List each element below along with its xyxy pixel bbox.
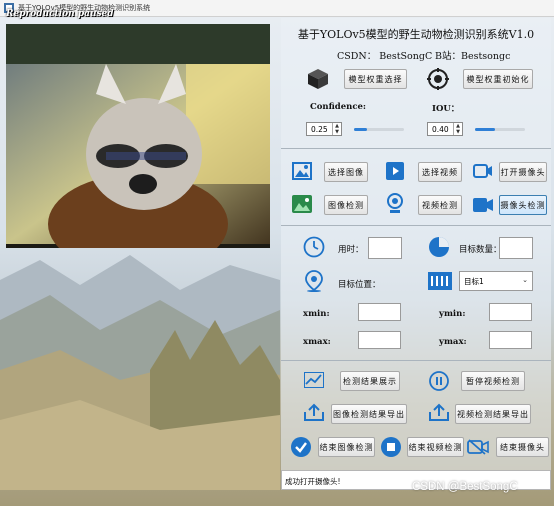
xmin-field	[358, 303, 401, 321]
iou-spinbox[interactable]: 0.40 ▲ ▼	[427, 122, 463, 136]
webcam-icon	[387, 193, 403, 213]
model-init-button[interactable]: 模型权重初始化	[463, 69, 533, 89]
iou-slider[interactable]	[475, 128, 525, 131]
iou-slider-fill	[475, 128, 495, 131]
camera-detect-button[interactable]: 摄像头检测	[499, 195, 547, 215]
bilibili-credit: B站：Bestsongc	[435, 51, 511, 62]
csdn-watermark: CSDN @BestSongC	[412, 481, 518, 493]
xmax-label: xmax:	[303, 337, 331, 347]
ymax-field	[489, 331, 532, 349]
csdn-credit: CSDN： BestSongC	[337, 51, 433, 62]
video-detect-button[interactable]: 视频检测	[418, 195, 462, 215]
pie-chart-icon	[429, 237, 449, 257]
pause-icon	[429, 371, 449, 391]
video-file-icon	[386, 162, 404, 180]
app-window: 基于YOLOv5模型的野生动物检测识别系统 Reproduction pause…	[0, 0, 554, 506]
line-chart-icon	[304, 372, 324, 388]
cube-icon	[308, 69, 328, 89]
confidence-label: Confidence:	[310, 102, 367, 112]
divider	[281, 148, 551, 149]
target-icon	[427, 68, 449, 90]
end-video-detect-button[interactable]: 结束视频检测	[407, 437, 464, 457]
position-label: 目标位置：	[338, 280, 381, 290]
stop-circle-icon	[381, 437, 401, 457]
iou-label: IOU：	[432, 104, 460, 114]
divider	[281, 360, 551, 361]
upload-icon	[429, 403, 449, 421]
location-pin-icon	[305, 270, 323, 292]
camera-icon	[473, 164, 492, 178]
clock-icon	[303, 236, 325, 258]
export-image-results-button[interactable]: 图像检测结果导出	[331, 404, 407, 424]
camera-detect-icon	[473, 198, 493, 212]
confidence-spinbox[interactable]: 0.25 ▲ ▼	[306, 122, 342, 136]
divider	[281, 225, 551, 226]
xmin-label: xmin:	[303, 309, 330, 319]
count-label: 目标数量：	[459, 245, 502, 255]
ymin-label: ymin:	[439, 309, 466, 319]
model-select-button[interactable]: 模型权重选择	[344, 69, 407, 89]
image-detect-icon	[292, 195, 312, 213]
show-results-button[interactable]: 检测结果展示	[340, 371, 400, 391]
video-display	[6, 24, 270, 248]
select-video-button[interactable]: 选择视频	[418, 162, 462, 182]
target-select[interactable]: 目标1 ⌄	[459, 271, 533, 291]
confidence-slider[interactable]	[354, 128, 404, 131]
image-detect-button[interactable]: 图像检测	[324, 195, 368, 215]
time-field	[368, 237, 402, 259]
time-label: 用时：	[338, 245, 364, 255]
reproduction-paused-overlay: Reproduction paused	[6, 9, 114, 19]
iou-spin-arrows[interactable]: ▲ ▼	[453, 123, 462, 135]
app-heading: 基于YOLOv5模型的野生动物检测识别系统V1.0	[297, 28, 535, 41]
target-select-value: 目标1	[464, 277, 484, 286]
pause-video-button[interactable]: 暂停视频检测	[461, 371, 525, 391]
count-field	[499, 237, 533, 259]
chevron-down-icon: ⌄	[522, 276, 528, 284]
ymax-label: ymax:	[439, 337, 467, 347]
open-camera-button[interactable]: 打开摄像头	[499, 162, 547, 182]
check-circle-icon	[291, 437, 311, 457]
end-image-detect-button[interactable]: 结束图像检测	[318, 437, 375, 457]
image-icon	[292, 162, 312, 180]
target-list-icon	[428, 272, 452, 290]
confidence-value: 0.25	[311, 125, 328, 134]
xmax-field	[358, 331, 401, 349]
ymin-field	[489, 303, 532, 321]
end-camera-button[interactable]: 结束摄像头	[496, 437, 549, 457]
confidence-spin-arrows[interactable]: ▲ ▼	[332, 123, 341, 135]
camera-off-icon	[467, 439, 489, 455]
raccoon-frame	[6, 24, 270, 248]
export-video-results-button[interactable]: 视频检测结果导出	[455, 404, 531, 424]
background-landscape	[0, 255, 280, 490]
status-message: 成功打开摄像头!	[285, 477, 341, 486]
upload-icon	[304, 403, 324, 421]
select-image-button[interactable]: 选择图像	[324, 162, 368, 182]
iou-value: 0.40	[432, 125, 449, 134]
confidence-slider-fill	[354, 128, 367, 131]
